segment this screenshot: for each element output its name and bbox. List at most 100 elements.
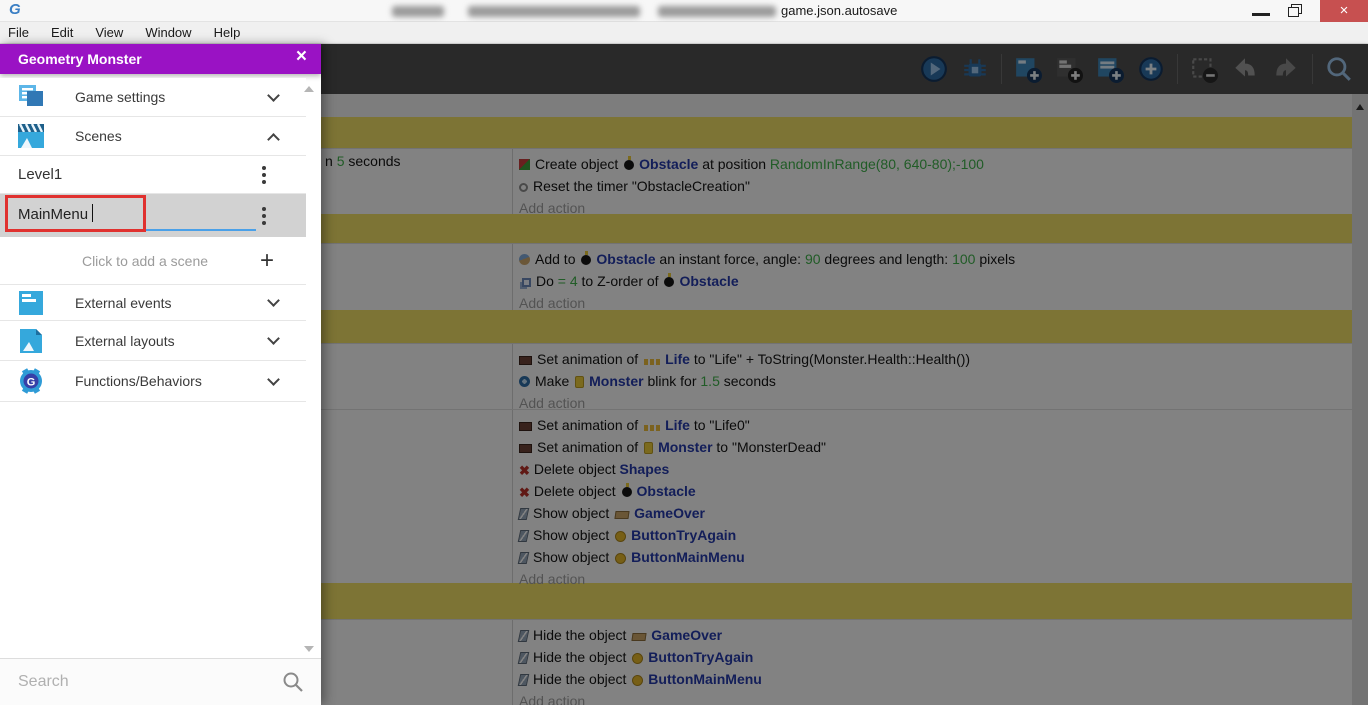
scene-name-input[interactable] — [18, 206, 256, 231]
add-event-button[interactable] — [1013, 54, 1043, 84]
delete-event-button[interactable] — [1189, 54, 1219, 84]
action-line[interactable]: Hide the object ButtonTryAgain — [517, 646, 1352, 668]
sidebar-item-functions-behaviors[interactable]: G Functions/Behaviors — [0, 361, 306, 401]
scene-item-level1[interactable]: Level1 — [0, 156, 306, 193]
scene-name: Level1 — [18, 166, 63, 183]
actions-column: Add to Obstacle an instant force, angle:… — [513, 244, 1352, 311]
sidebar-scroll-up-icon[interactable] — [304, 86, 314, 92]
show-icon — [517, 508, 530, 520]
obstacle-object-icon — [664, 273, 675, 287]
sidebar-item-label: Functions/Behaviors — [75, 373, 202, 389]
external-layouts-icon — [15, 327, 47, 355]
button-object-icon — [615, 531, 627, 542]
restore-button[interactable] — [1288, 4, 1302, 17]
menu-bar: File Edit View Window Help — [0, 22, 1368, 44]
add-action-link[interactable]: Add action — [519, 197, 1352, 219]
action-line[interactable]: Show object ButtonMainMenu — [517, 546, 1352, 568]
window-title: game.json.autosave — [781, 3, 898, 18]
blink-icon — [519, 376, 530, 387]
menu-window[interactable]: Window — [145, 25, 191, 40]
action-line[interactable]: Do = 4 to Z-order of Obstacle — [519, 270, 1352, 292]
kebab-menu-icon[interactable] — [262, 206, 266, 211]
conditions-column[interactable] — [321, 344, 513, 409]
action-line[interactable]: Create object Obstacle at position Rando… — [519, 153, 1352, 175]
conditions-column[interactable] — [321, 620, 513, 705]
plus-icon[interactable]: + — [260, 247, 274, 275]
sidebar-item-game-settings[interactable]: Game settings — [0, 78, 306, 116]
add-scene-label: Click to add a scene — [81, 253, 209, 269]
chevron-down-icon[interactable] — [267, 88, 280, 102]
scene-item-mainmenu-editing[interactable] — [0, 194, 306, 237]
delete-icon: ✖ — [519, 463, 530, 478]
hide-icon — [517, 674, 530, 686]
kebab-menu-icon[interactable] — [262, 165, 266, 170]
hide-icon — [517, 630, 530, 642]
menu-view[interactable]: View — [95, 25, 123, 40]
divider — [0, 401, 306, 402]
events-scrollbar[interactable] — [1352, 94, 1368, 705]
redo-button[interactable] — [1271, 54, 1301, 84]
action-line[interactable]: Hide the object ButtonMainMenu — [517, 668, 1352, 690]
menu-file[interactable]: File — [8, 25, 29, 40]
action-line[interactable]: Hide the object GameOver — [517, 624, 1352, 646]
action-line[interactable]: ✖ Delete object Shapes — [519, 458, 1352, 480]
comment-bar[interactable] — [321, 117, 1352, 148]
chevron-down-icon[interactable] — [267, 294, 280, 307]
event-row: Set animation of Life to "Life0" Set ani… — [321, 409, 1352, 587]
project-manager-header: Geometry Monster × — [0, 44, 321, 74]
chevron-up-icon[interactable] — [267, 132, 280, 146]
add-comment-button[interactable] — [1095, 54, 1125, 84]
menu-help[interactable]: Help — [214, 25, 241, 40]
close-panel-icon[interactable]: × — [296, 46, 307, 68]
monster-object-icon — [644, 442, 654, 454]
search-bar — [0, 658, 321, 705]
undo-button[interactable] — [1230, 54, 1260, 84]
action-line[interactable]: Set animation of Monster to "MonsterDead… — [519, 436, 1352, 458]
sidebar-item-external-layouts[interactable]: External layouts — [0, 321, 306, 360]
action-line[interactable]: Make Monster blink for 1.5 seconds — [519, 370, 1352, 392]
action-line[interactable]: ✖ Delete object Obstacle — [519, 480, 1352, 502]
action-line[interactable]: Add to Obstacle an instant force, angle:… — [519, 248, 1352, 270]
add-scene-row[interactable]: Click to add a scene + — [0, 238, 306, 284]
comment-bar[interactable] — [321, 310, 1352, 343]
title-redacted-blur — [392, 6, 444, 17]
search-icon[interactable] — [281, 670, 305, 694]
chevron-down-icon[interactable] — [267, 332, 280, 345]
chevron-down-icon[interactable] — [267, 372, 280, 386]
gameover-object-icon — [631, 633, 647, 641]
action-line[interactable]: Show object GameOver — [517, 502, 1352, 524]
sheet-top-gap — [321, 94, 1352, 117]
add-action-link[interactable]: Add action — [519, 568, 1352, 590]
sidebar-scroll-down-icon[interactable] — [304, 646, 314, 652]
add-action-link[interactable]: Add action — [519, 292, 1352, 314]
event-row: Add to Obstacle an instant force, angle:… — [321, 243, 1352, 311]
gdevelop-window: G game.json.autosave × File Edit View Wi… — [0, 0, 1368, 705]
add-circle-button[interactable] — [1136, 54, 1166, 84]
project-title: Geometry Monster — [18, 51, 142, 67]
conditions-column[interactable] — [321, 244, 513, 310]
timer-icon — [519, 183, 528, 192]
search-input[interactable] — [18, 673, 281, 691]
conditions-column[interactable] — [321, 410, 513, 583]
animation-icon — [519, 444, 532, 453]
sidebar-item-external-events[interactable]: External events — [0, 285, 306, 320]
close-window-button[interactable]: × — [1320, 0, 1368, 22]
add-subevent-button[interactable] — [1054, 54, 1084, 84]
action-line[interactable]: Show object ButtonTryAgain — [517, 524, 1352, 546]
main-area: n 5 seconds Create object Obstacle at po… — [321, 44, 1368, 705]
add-action-link[interactable]: Add action — [519, 690, 1352, 705]
conditions-column[interactable]: n 5 seconds — [321, 149, 513, 214]
menu-edit[interactable]: Edit — [51, 25, 73, 40]
project-manager-panel: Geometry Monster × Game settings Scenes … — [0, 44, 321, 705]
search-events-button[interactable] — [1324, 54, 1354, 84]
action-line[interactable]: Set animation of Life to "Life" + ToStri… — [519, 348, 1352, 370]
minimize-button[interactable] — [1252, 13, 1270, 16]
preview-play-button[interactable] — [919, 54, 949, 84]
sidebar-item-scenes[interactable]: Scenes — [0, 117, 306, 155]
scroll-up-icon[interactable] — [1356, 104, 1364, 110]
show-icon — [517, 530, 530, 542]
action-line[interactable]: Set animation of Life to "Life0" — [519, 414, 1352, 436]
debug-bug-button[interactable] — [960, 54, 990, 84]
action-line[interactable]: Reset the timer "ObstacleCreation" — [519, 175, 1352, 197]
actions-column: Create object Obstacle at position Rando… — [513, 149, 1352, 216]
